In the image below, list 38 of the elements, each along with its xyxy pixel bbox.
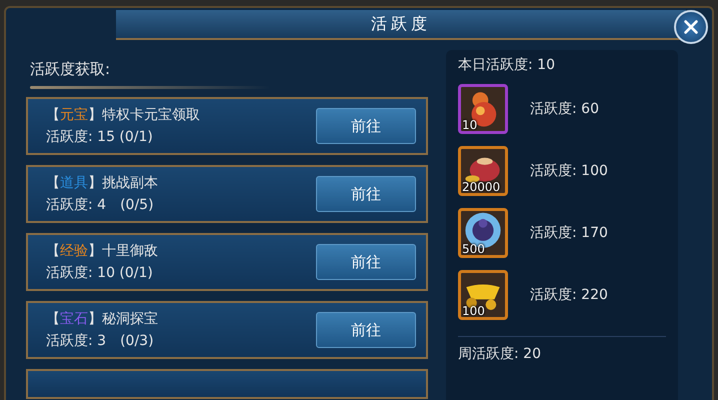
category-tag: 经验	[60, 242, 88, 260]
task-name: 】十里御敌	[88, 242, 158, 260]
bracket-text: 【	[46, 310, 60, 328]
item-count: 500	[462, 242, 485, 256]
reward-requirement: 活跃度: 100	[530, 162, 608, 180]
weekly-activity-heading: 周活跃度: 20	[458, 345, 542, 363]
bracket-text: 【	[46, 106, 60, 124]
task-name: 】挑战副本	[88, 174, 158, 192]
go-button[interactable]: 前往	[316, 108, 416, 144]
window-title: 活跃度	[371, 14, 431, 34]
section-heading: 活跃度获取:	[30, 60, 112, 79]
reward-item-slot[interactable]: 20000	[458, 146, 508, 196]
task-name: 】特权卡元宝领取	[88, 106, 200, 124]
category-tag: 元宝	[60, 106, 88, 124]
task-points: 活跃度: 15 (0/1)	[46, 128, 154, 146]
category-tag: 道具	[60, 174, 88, 192]
item-count: 10	[462, 118, 478, 132]
reward-requirement: 活跃度: 170	[530, 224, 608, 242]
go-button[interactable]: 前往	[316, 312, 416, 348]
reward-item-slot[interactable]: 500	[458, 208, 508, 258]
reward-item-slot[interactable]: 10	[458, 84, 508, 134]
task-points: 活跃度: 4 (0/5)	[46, 196, 155, 214]
task-name: 】秘洞探宝	[88, 310, 158, 328]
daily-activity-heading: 本日活跃度: 10	[458, 56, 556, 74]
close-button[interactable]	[674, 10, 708, 44]
go-button[interactable]: 前往	[316, 244, 416, 280]
bracket-text: 【	[46, 242, 60, 260]
item-count: 100	[462, 304, 485, 318]
reward-requirement: 活跃度: 60	[530, 100, 599, 118]
close-icon	[682, 18, 700, 36]
category-tag: 宝石	[60, 310, 88, 328]
task-points: 活跃度: 10 (0/1)	[46, 264, 154, 282]
task-points: 活跃度: 3 (0/3)	[46, 332, 155, 350]
go-button[interactable]: 前往	[316, 176, 416, 212]
bracket-text: 【	[46, 174, 60, 192]
reward-item-slot[interactable]: 100	[458, 270, 508, 320]
reward-requirement: 活跃度: 220	[530, 286, 608, 304]
item-count: 20000	[462, 180, 500, 194]
